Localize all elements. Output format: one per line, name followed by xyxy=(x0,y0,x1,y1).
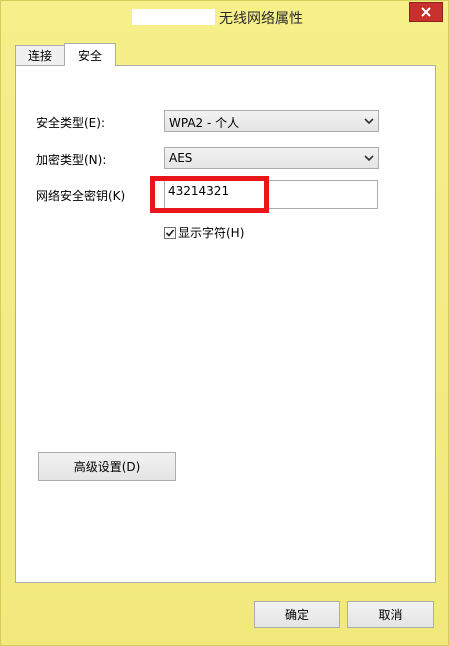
security-type-value: WPA2 - 个人 xyxy=(169,116,240,130)
security-type-label: 安全类型(E): xyxy=(36,116,105,130)
cancel-button[interactable]: 取消 xyxy=(347,601,434,628)
show-characters-checkbox-row[interactable]: 显示字符(H) xyxy=(164,224,244,241)
chevron-down-icon xyxy=(364,118,374,125)
encryption-type-select[interactable]: AES xyxy=(164,147,379,169)
network-key-label: 网络安全密钥(K) xyxy=(36,189,126,203)
encryption-type-value: AES xyxy=(169,151,193,165)
tab-security-label: 安全 xyxy=(77,48,102,63)
close-icon xyxy=(421,7,431,17)
tab-connection-label: 连接 xyxy=(27,49,52,63)
close-button[interactable] xyxy=(409,2,443,22)
checkmark-icon xyxy=(165,228,175,237)
ok-button[interactable]: 确定 xyxy=(254,601,340,628)
wireless-properties-window: 无线网络属性 连接 安全 安全类型(E): WPA2 - 个人 加密类型(N):… xyxy=(0,0,449,646)
security-type-select[interactable]: WPA2 - 个人 xyxy=(164,110,379,132)
show-characters-label: 显示字符(H) xyxy=(178,226,245,240)
security-panel: 安全类型(E): WPA2 - 个人 加密类型(N): AES 网络安全密钥(K… xyxy=(15,65,436,583)
chevron-down-icon xyxy=(364,155,374,162)
tab-security[interactable]: 安全 xyxy=(64,43,116,66)
show-characters-checkbox[interactable] xyxy=(164,226,176,239)
tab-connection[interactable]: 连接 xyxy=(15,45,65,65)
encryption-type-label: 加密类型(N): xyxy=(36,153,107,167)
advanced-settings-button[interactable]: 高级设置(D) xyxy=(38,452,176,481)
title-bar: 无线网络属性 xyxy=(1,1,449,33)
window-title: 无线网络属性 xyxy=(219,11,303,27)
network-name-redacted xyxy=(132,9,215,25)
network-key-input[interactable]: 43214321 xyxy=(164,180,378,209)
network-key-value: 43214321 xyxy=(168,184,230,198)
